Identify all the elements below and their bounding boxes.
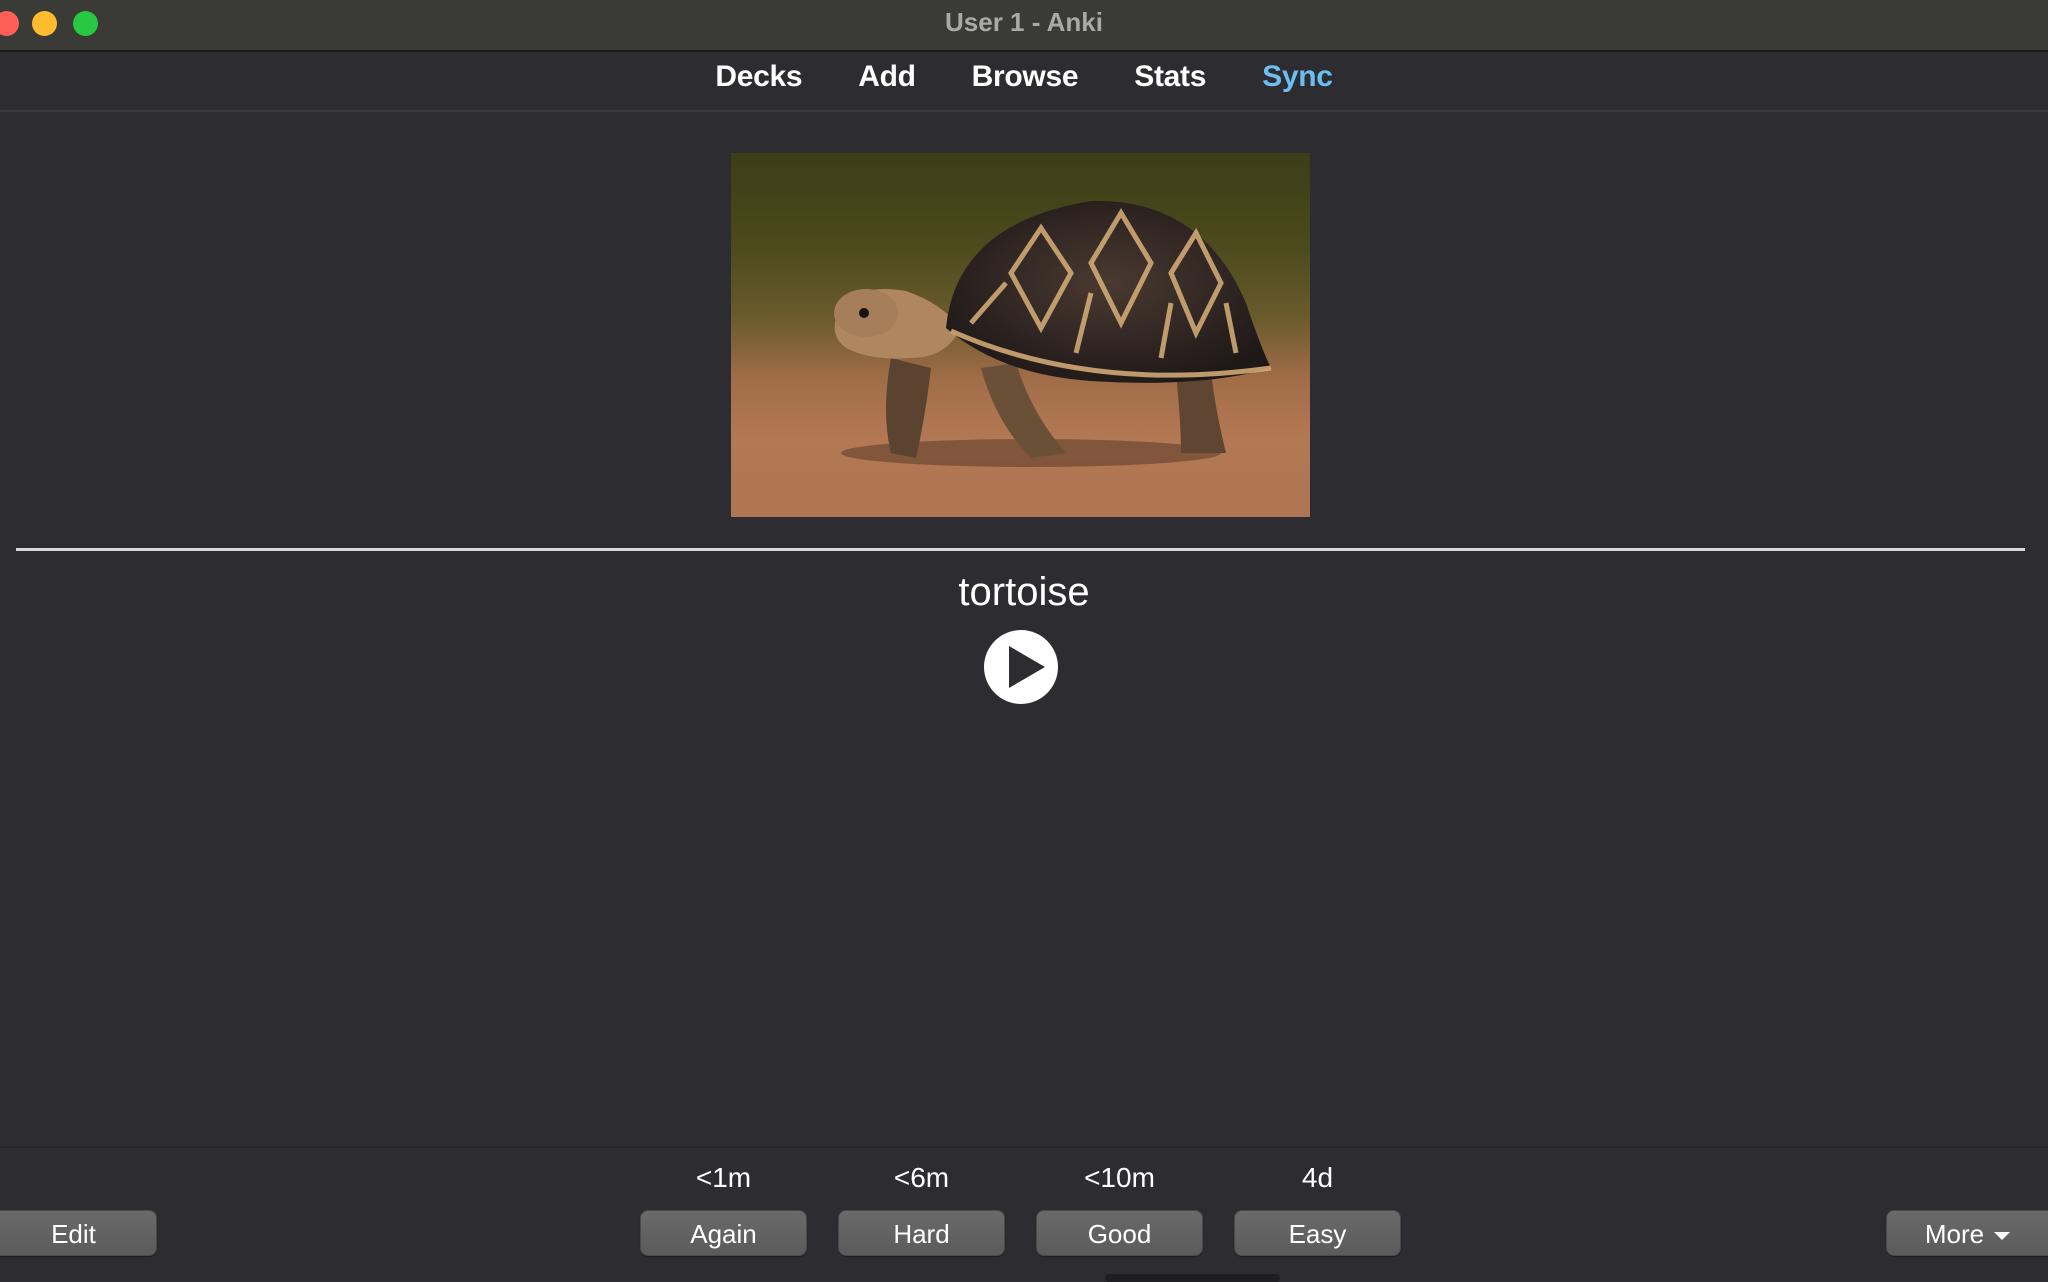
toolbar-stats-link[interactable]: Stats bbox=[1134, 60, 1206, 94]
toolbar-add-link[interactable]: Add bbox=[858, 60, 916, 94]
main-toolbar: Decks Add Browse Stats Sync bbox=[0, 52, 2048, 112]
review-bottom-bar: Edit <1m <6m <10m 4d Again Hard Good Eas… bbox=[0, 1146, 2048, 1282]
play-audio-button[interactable] bbox=[984, 630, 1058, 704]
more-button-label: More bbox=[1924, 1219, 1985, 1249]
tortoise-image bbox=[731, 153, 1310, 517]
easy-button[interactable]: Easy bbox=[1234, 1210, 1401, 1256]
edit-button[interactable]: Edit bbox=[0, 1210, 157, 1256]
anki-window: User 1 - Anki Decks Add Browse Stats Syn… bbox=[0, 0, 2048, 1282]
title-bar: User 1 - Anki bbox=[0, 0, 2048, 52]
answer-word: tortoise bbox=[958, 570, 1090, 614]
play-icon bbox=[1009, 646, 1045, 688]
hard-button[interactable]: Hard bbox=[838, 1210, 1005, 1256]
good-interval: <10m bbox=[1084, 1162, 1155, 1193]
more-button[interactable]: More bbox=[1886, 1210, 2048, 1256]
again-button[interactable]: Again bbox=[640, 1210, 807, 1256]
hard-interval: <6m bbox=[893, 1162, 950, 1193]
chevron-down-icon bbox=[1994, 1232, 2011, 1241]
toolbar-browse-link[interactable]: Browse bbox=[972, 60, 1079, 94]
easy-interval: 4d bbox=[1301, 1162, 1334, 1193]
again-interval: <1m bbox=[695, 1162, 752, 1193]
toolbar-decks-link[interactable]: Decks bbox=[715, 60, 802, 94]
good-button[interactable]: Good bbox=[1036, 1210, 1203, 1256]
bottom-edge-indicator bbox=[1105, 1274, 1280, 1282]
question-answer-divider bbox=[16, 548, 2025, 551]
window-title: User 1 - Anki bbox=[945, 7, 1103, 37]
toolbar-sync-link[interactable]: Sync bbox=[1262, 60, 1333, 94]
toolbar-nav: Decks Add Browse Stats Sync bbox=[0, 60, 2048, 94]
card-content: tortoise bbox=[0, 112, 2048, 1146]
